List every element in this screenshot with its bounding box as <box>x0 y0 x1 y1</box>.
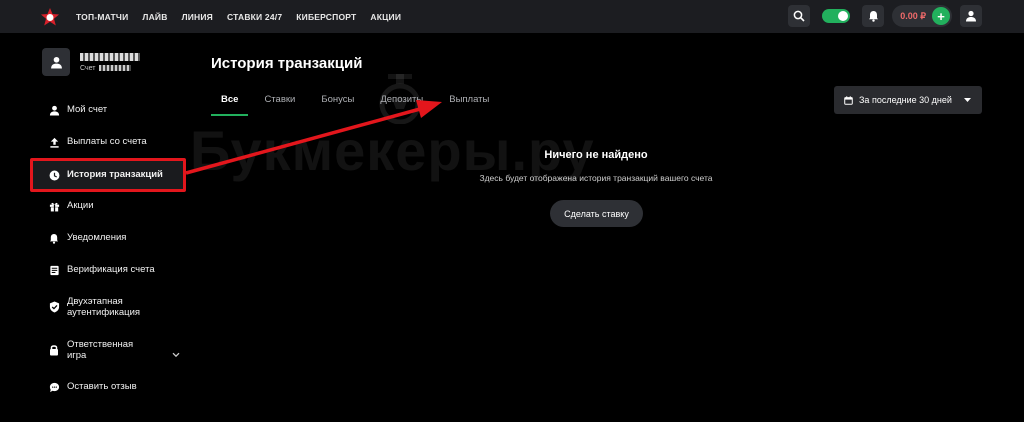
profile-button[interactable] <box>960 5 982 27</box>
tab-bets[interactable]: Ставки <box>254 94 305 116</box>
profile-name-redacted <box>80 52 140 61</box>
place-bet-button[interactable]: Сделать ставку <box>550 200 643 227</box>
transaction-tabs: Все Ставки Бонусы Депозиты Выплаты <box>211 94 519 116</box>
logo-icon[interactable] <box>40 7 60 27</box>
nav-top-matches[interactable]: ТОП-МАТЧИ <box>76 12 128 22</box>
deposit-plus-button[interactable]: + <box>932 7 950 25</box>
user-icon <box>48 104 60 116</box>
nav-live[interactable]: ЛАЙВ <box>142 12 167 22</box>
sidebar: Счет <box>0 33 190 422</box>
balance-amount: 0.00 ₽ <box>900 10 926 21</box>
account-prefix: Счет <box>80 64 96 72</box>
document-icon <box>48 264 60 276</box>
sidebar-item-label: Акции <box>67 200 94 211</box>
upload-icon <box>48 136 60 148</box>
account-number-redacted <box>98 65 131 71</box>
sidebar-item-two-factor[interactable]: Двухэтапная аутентификация <box>48 296 140 318</box>
sidebar-item-feedback[interactable]: Оставить отзыв <box>48 381 137 393</box>
bell-icon <box>868 11 878 22</box>
sidebar-item-label: Двухэтапная аутентификация <box>67 296 141 318</box>
sidebar-item-label: История транзакций <box>67 169 163 180</box>
date-filter-dropdown[interactable]: За последние 30 дней <box>834 86 982 114</box>
sidebar-item-promotions[interactable]: Акции <box>48 200 94 212</box>
main-nav: ТОП-МАТЧИ ЛАЙВ ЛИНИЯ СТАВКИ 24/7 КИБЕРСП… <box>76 12 415 22</box>
header-actions: 0.00 ₽ + <box>788 5 982 27</box>
nav-promotions[interactable]: АКЦИИ <box>370 12 401 22</box>
sidebar-item-label: Мой счет <box>67 104 108 115</box>
lock-icon <box>48 344 60 356</box>
page-title: История транзакций <box>211 55 363 72</box>
balance-widget[interactable]: 0.00 ₽ + <box>892 5 952 27</box>
user-icon <box>966 10 976 22</box>
bell-icon <box>48 232 60 244</box>
caret-down-icon <box>963 98 971 102</box>
tab-bonuses[interactable]: Бонусы <box>311 94 364 116</box>
sidebar-item-label: Верификация счета <box>67 264 155 275</box>
shield-icon <box>48 301 60 313</box>
sidebar-item-my-account[interactable]: Мой счет <box>48 104 107 116</box>
tab-deposits[interactable]: Депозиты <box>370 94 433 116</box>
profile-info: Счет <box>80 52 140 72</box>
empty-state-subtitle: Здесь будет отображена история транзакци… <box>479 173 713 183</box>
sidebar-item-label: Уведомления <box>67 232 127 243</box>
tab-payouts[interactable]: Выплаты <box>439 94 499 116</box>
calendar-icon <box>844 95 853 105</box>
sidebar-item-label: Оставить отзыв <box>67 381 137 392</box>
sidebar-item-label: Ответственная игра <box>67 339 134 361</box>
profile-card[interactable]: Счет <box>42 48 140 76</box>
chevron-down-icon[interactable] <box>172 345 180 363</box>
date-filter-label: За последние 30 дней <box>859 95 952 105</box>
search-icon <box>793 10 805 22</box>
nav-line[interactable]: ЛИНИЯ <box>182 12 213 22</box>
clock-icon <box>48 169 60 181</box>
top-bar: ТОП-МАТЧИ ЛАЙВ ЛИНИЯ СТАВКИ 24/7 КИБЕРСП… <box>0 0 1024 33</box>
notifications-button[interactable] <box>862 5 885 27</box>
empty-state-title: Ничего не найдено <box>544 149 648 161</box>
sidebar-item-responsible-gaming[interactable]: Ответственная игра <box>48 339 133 361</box>
sidebar-item-transaction-history[interactable]: История транзакций <box>48 169 163 181</box>
avatar <box>42 48 70 76</box>
sidebar-item-verification[interactable]: Верификация счета <box>48 264 155 276</box>
chat-icon <box>48 381 60 393</box>
user-icon <box>50 56 62 68</box>
tab-all[interactable]: Все <box>211 94 249 116</box>
theme-toggle[interactable] <box>822 9 851 23</box>
nav-esports[interactable]: КИБЕРСПОРТ <box>296 12 356 22</box>
search-button[interactable] <box>788 5 811 27</box>
sidebar-item-notifications[interactable]: Уведомления <box>48 232 126 244</box>
sidebar-item-withdrawals[interactable]: Выплаты со счета <box>48 136 147 148</box>
sidebar-item-label: Выплаты со счета <box>67 136 147 147</box>
gift-icon <box>48 200 60 212</box>
profile-account: Счет <box>80 65 140 72</box>
nav-bets-247[interactable]: СТАВКИ 24/7 <box>227 12 282 22</box>
